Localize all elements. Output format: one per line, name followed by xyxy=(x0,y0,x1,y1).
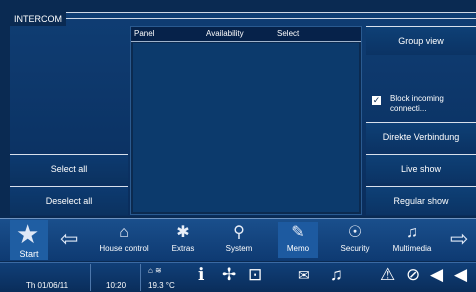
nav-item-security[interactable]: ☉ Security xyxy=(334,222,376,258)
deselect-all-button[interactable]: Deselect all xyxy=(10,186,128,215)
right-panel: Group view ✓ Block incoming connecti... … xyxy=(366,26,476,215)
column-panel[interactable]: Panel xyxy=(134,27,154,41)
memo-icon: ✎ xyxy=(291,224,305,241)
warning-icon[interactable]: ⚠ xyxy=(380,264,395,286)
arrow-right-icon[interactable]: ⇨ xyxy=(450,228,468,250)
camera-off-icon[interactable]: ⊘ xyxy=(406,264,420,286)
panel-list[interactable]: Panel Availability Select xyxy=(130,26,362,215)
select-all-button[interactable]: Select all xyxy=(10,154,128,183)
home-temperature-icon: ⌂ ≋ xyxy=(148,266,162,275)
nav-label: Extras xyxy=(171,244,195,253)
date-text: Th 01/06/11 xyxy=(26,281,69,290)
nav-item-system[interactable]: ⚲ System xyxy=(218,222,260,258)
house-icon: ⌂ xyxy=(119,224,129,241)
column-availability[interactable]: Availability xyxy=(206,27,244,41)
regular-show-button[interactable]: Regular show xyxy=(366,186,476,215)
start-label: Start xyxy=(19,249,39,259)
group-view-button[interactable]: Group view xyxy=(366,26,476,55)
music-icon[interactable]: ♫ xyxy=(330,264,343,286)
arrow-left-icon[interactable]: ⇦ xyxy=(60,228,78,250)
volume-icon[interactable]: ◀ xyxy=(430,264,443,286)
list-body xyxy=(133,43,359,212)
temperature-text: 19.3 °C xyxy=(148,281,175,290)
column-select[interactable]: Select xyxy=(277,27,299,41)
nav-item-extras[interactable]: ✱ Extras xyxy=(163,222,203,258)
system-icon: ⚲ xyxy=(233,224,245,241)
star-icon: ★ xyxy=(16,219,40,249)
divider xyxy=(140,264,141,291)
nav-label: Multimedia xyxy=(392,244,432,253)
direkte-verbindung-button[interactable]: Direkte Verbindung xyxy=(366,122,476,151)
extras-icon: ✱ xyxy=(176,224,190,241)
title-line xyxy=(62,18,476,19)
list-header: Panel Availability Select xyxy=(131,27,361,42)
nav-label: Memo xyxy=(286,244,310,253)
security-icon: ☉ xyxy=(347,224,363,241)
nav-label: House control xyxy=(99,244,149,253)
unlock-icon[interactable]: ⊡ xyxy=(248,264,262,286)
nav-label: System xyxy=(225,244,253,253)
pin-icon[interactable]: ✢ xyxy=(222,264,236,286)
block-incoming-label: Block incoming connecti... xyxy=(390,94,444,113)
nav-item-house-control[interactable]: ⌂ House control xyxy=(93,222,155,258)
time-text: 10:20 xyxy=(106,281,127,290)
checkbox-checked-icon[interactable]: ✓ xyxy=(372,96,381,105)
multimedia-icon: ♫ xyxy=(406,224,418,241)
status-bar xyxy=(0,262,476,292)
start-button[interactable]: ★ Start xyxy=(10,220,48,260)
speaker-icon[interactable]: ◀ xyxy=(454,264,467,286)
divider xyxy=(90,264,91,291)
left-panel: Select all Deselect all xyxy=(10,26,128,215)
nav-label: Security xyxy=(340,244,370,253)
info-icon[interactable]: ℹ xyxy=(198,264,204,286)
nav-item-memo[interactable]: ✎ Memo xyxy=(278,222,318,258)
window-title: INTERCOM xyxy=(10,12,66,26)
phone-mail-icon[interactable]: ✉ xyxy=(298,264,310,286)
nav-item-multimedia[interactable]: ♫ Multimedia xyxy=(386,222,438,258)
live-show-button[interactable]: Live show xyxy=(366,154,476,183)
